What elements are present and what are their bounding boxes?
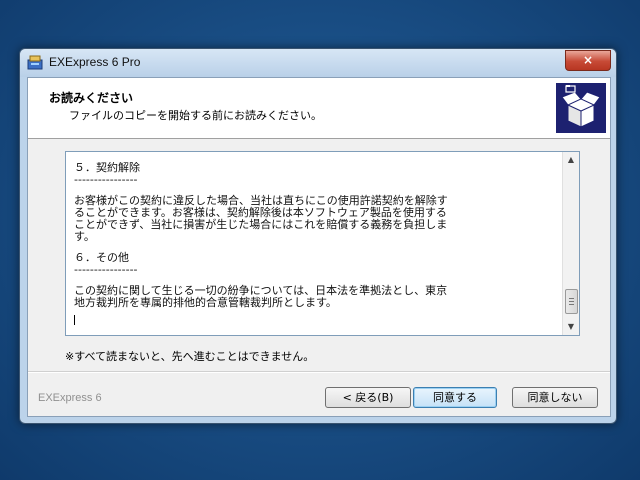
license-line: ５．契約解除 [74,162,140,174]
install-box-icon [556,83,606,133]
read-notice: ※すべて読まないと、先へ進むことはできません。 [65,350,315,363]
license-line: ---------------- [74,263,138,276]
page-title: お読みください [49,91,134,105]
agree-button[interactable]: 同意する [413,387,497,408]
license-line: 地方裁判所を専属的排他的合意管轄裁判所とします。 [74,296,337,309]
license-line: す。 [74,230,95,243]
close-button[interactable]: × [565,50,611,71]
scroll-thumb[interactable] [565,289,578,314]
license-line: ---------------- [74,173,138,186]
scroll-up-arrow-icon[interactable]: ▲ [563,152,579,168]
installer-window: EXExpress 6 Pro × お読みください ファイルのコピーを開始する前… [19,48,617,424]
title-bar[interactable]: EXExpress 6 Pro × [20,49,616,77]
page-header: お読みください ファイルのコピーを開始する前にお読みください。 [28,78,610,139]
app-icon [27,55,43,70]
disagree-button[interactable]: 同意しない [512,387,598,408]
page-subtitle: ファイルのコピーを開始する前にお読みください。 [69,109,322,122]
back-button[interactable]: < 戻る(B) [325,387,411,408]
vertical-scrollbar[interactable]: ▲ ▼ [562,152,579,335]
footer-divider [28,371,610,373]
license-text-area[interactable]: ５．契約解除 ---------------- お客様がこの契約に違反した場合、… [65,151,580,336]
license-line: ６．その他 [74,251,129,264]
text-caret [74,315,75,325]
dialog-client: お読みください ファイルのコピーを開始する前にお読みください。 ５．契約解除 -… [27,77,611,417]
license-line: ことができず、当社に損害が生じた場合にはこれを賠償する義務を負担しま [74,218,448,231]
brand-label: EXExpress 6 [38,392,102,404]
scroll-down-arrow-icon[interactable]: ▼ [563,319,579,335]
license-text: ５．契約解除 ---------------- お客様がこの契約に違反した場合、… [74,162,560,332]
close-icon: × [582,53,594,67]
window-title: EXExpress 6 Pro [49,55,141,69]
